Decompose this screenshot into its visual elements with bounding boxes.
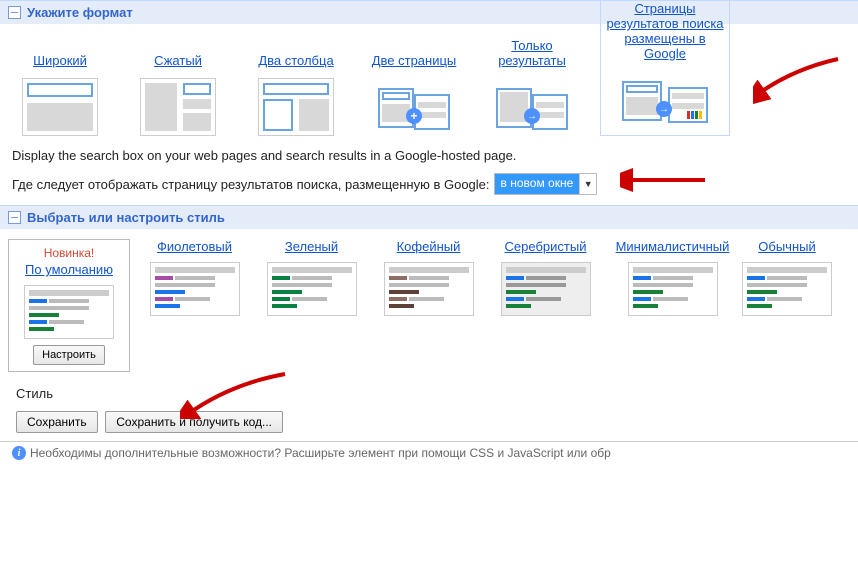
format-two-pages[interactable]: Две страницы bbox=[364, 53, 464, 136]
results-location-dropdown[interactable]: в новом окне ▼ bbox=[494, 173, 598, 195]
style-silver[interactable]: Серебристый bbox=[493, 239, 598, 316]
format-compact[interactable]: Сжатый bbox=[128, 53, 228, 136]
new-badge: Новинка! bbox=[44, 246, 95, 260]
format-wide-thumb bbox=[22, 78, 98, 136]
style-green[interactable]: Зеленый bbox=[259, 239, 364, 316]
style-purple-label[interactable]: Фиолетовый bbox=[157, 239, 232, 254]
style-default[interactable]: Новинка! По умолчанию Настроить bbox=[8, 239, 130, 372]
style-green-thumb bbox=[267, 262, 357, 316]
format-two-cols-label[interactable]: Два столбца bbox=[258, 53, 333, 68]
style-purple[interactable]: Фиолетовый bbox=[142, 239, 247, 316]
format-google-hosted-label[interactable]: Страницы результатов поиска размещены в … bbox=[605, 1, 725, 61]
style-purple-thumb bbox=[150, 262, 240, 316]
format-google-hosted[interactable]: Страницы результатов поиска размещены в … bbox=[600, 0, 730, 136]
format-two-cols[interactable]: Два столбца bbox=[246, 53, 346, 136]
format-two-pages-label[interactable]: Две страницы bbox=[372, 53, 457, 68]
format-results-only-thumb bbox=[494, 78, 570, 136]
style-field-label: Стиль bbox=[0, 382, 858, 411]
format-two-cols-thumb bbox=[258, 78, 334, 136]
style-silver-thumb bbox=[501, 262, 591, 316]
plus-icon bbox=[406, 108, 422, 124]
collapse-icon[interactable] bbox=[8, 6, 21, 19]
footer-hint-text: Необходимы дополнительные возможности? Р… bbox=[30, 446, 611, 460]
annotation-arrow-icon bbox=[753, 54, 843, 104]
format-section-title: Укажите формат bbox=[27, 5, 133, 20]
dropdown-value: в новом окне bbox=[495, 174, 580, 194]
info-icon: i bbox=[12, 446, 26, 460]
style-default-thumb bbox=[24, 285, 114, 339]
style-coffee-label[interactable]: Кофейный bbox=[397, 239, 461, 254]
style-coffee[interactable]: Кофейный bbox=[376, 239, 481, 316]
footer-hint: i Необходимы дополнительные возможности?… bbox=[0, 441, 858, 464]
format-options-row: Широкий Сжатый Два столбца Две страницы bbox=[0, 24, 858, 142]
annotation-arrow-icon bbox=[180, 369, 290, 419]
style-plain[interactable]: Обычный bbox=[747, 239, 827, 316]
format-results-only-label[interactable]: Только результаты bbox=[482, 38, 582, 68]
save-button[interactable]: Сохранить bbox=[16, 411, 98, 433]
arrow-icon bbox=[656, 101, 672, 117]
style-green-label[interactable]: Зеленый bbox=[285, 239, 338, 254]
format-compact-label[interactable]: Сжатый bbox=[154, 53, 202, 68]
style-section-header[interactable]: Выбрать или настроить стиль bbox=[0, 205, 858, 229]
collapse-icon[interactable] bbox=[8, 211, 21, 224]
format-compact-thumb bbox=[140, 78, 216, 136]
style-silver-label[interactable]: Серебристый bbox=[505, 239, 587, 254]
results-location-label: Где следует отображать страницу результа… bbox=[12, 177, 490, 192]
arrow-icon bbox=[524, 108, 540, 124]
style-default-label[interactable]: По умолчанию bbox=[25, 262, 113, 277]
style-plain-thumb bbox=[742, 262, 832, 316]
format-wide[interactable]: Широкий bbox=[10, 53, 110, 136]
format-two-pages-thumb bbox=[376, 78, 452, 136]
style-minimal-thumb bbox=[628, 262, 718, 316]
format-wide-label[interactable]: Широкий bbox=[33, 53, 87, 68]
annotation-arrow-icon bbox=[620, 165, 710, 195]
customize-button[interactable]: Настроить bbox=[33, 345, 105, 365]
style-section-title: Выбрать или настроить стиль bbox=[27, 210, 225, 225]
save-buttons-row: Сохранить Сохранить и получить код... bbox=[0, 411, 858, 441]
style-coffee-thumb bbox=[384, 262, 474, 316]
chevron-down-icon[interactable]: ▼ bbox=[579, 174, 596, 194]
format-description: Display the search box on your web pages… bbox=[0, 142, 858, 173]
style-options-row: Новинка! По умолчанию Настроить Фиолетов… bbox=[0, 229, 858, 382]
style-minimal-label[interactable]: Минималистичный bbox=[616, 239, 730, 254]
google-colors-icon bbox=[687, 111, 702, 119]
style-minimal[interactable]: Минималистичный bbox=[610, 239, 735, 316]
format-results-only[interactable]: Только результаты bbox=[482, 38, 582, 136]
format-google-hosted-thumb bbox=[620, 71, 710, 129]
results-location-row: Где следует отображать страницу результа… bbox=[0, 173, 858, 205]
style-plain-label[interactable]: Обычный bbox=[758, 239, 815, 254]
